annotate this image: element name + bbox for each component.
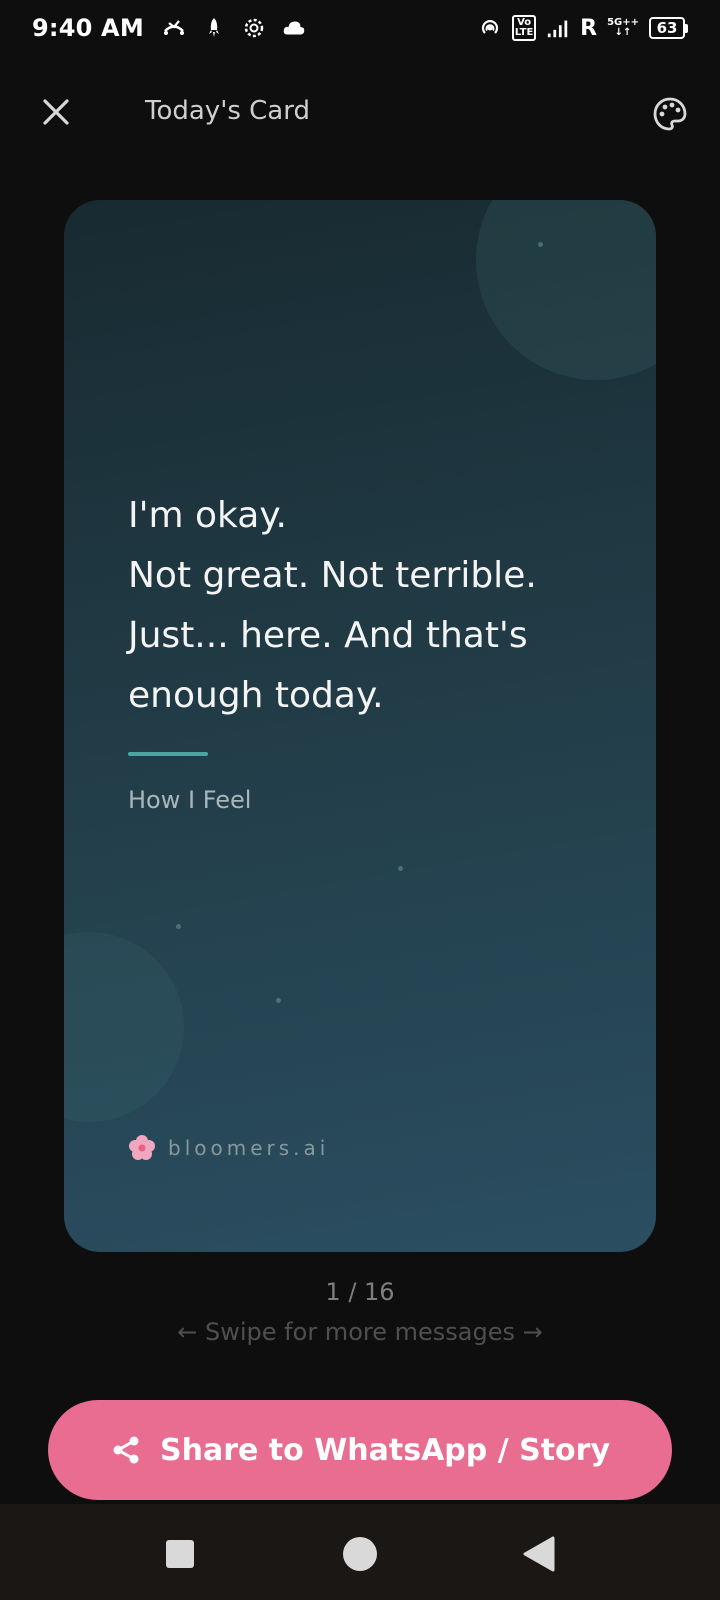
network-type: 5G++ ↓↑ — [607, 18, 639, 38]
signal-strength-icon — [546, 16, 570, 40]
page-title: Today's Card — [145, 96, 310, 126]
brand-name: bloomers.ai — [168, 1136, 330, 1160]
home-button[interactable] — [340, 1534, 380, 1574]
decorative-dot — [538, 242, 543, 247]
close-icon — [43, 99, 69, 125]
hotspot-icon — [478, 16, 502, 40]
battery-tip — [685, 23, 688, 33]
card-brand: bloomers.ai — [128, 1134, 329, 1162]
share-icon — [113, 1436, 139, 1464]
battery-indicator: 63 — [649, 17, 688, 39]
decorative-circle — [476, 200, 656, 380]
roaming-indicator: R — [580, 15, 598, 41]
close-button[interactable] — [36, 92, 76, 132]
triangle-back-icon — [523, 1536, 555, 1572]
volte-badge: Vo LTE — [512, 15, 537, 41]
cherry-blossom-icon — [129, 1135, 155, 1160]
card-message: I'm okay. Not great. Not terrible. Just.… — [128, 495, 537, 716]
status-time: 9:40 AM — [32, 14, 144, 42]
card-category: How I Feel — [128, 786, 252, 814]
volte-bottom: LTE — [514, 27, 534, 38]
back-button[interactable] — [520, 1534, 560, 1574]
status-left: 9:40 AM — [32, 14, 306, 42]
missed-call-icon — [162, 16, 186, 40]
square-recents-icon — [166, 1540, 194, 1568]
palette-icon — [653, 97, 687, 131]
status-system-icons: Vo LTE R 5G++ ↓↑ 63 — [478, 15, 688, 41]
recents-button[interactable] — [160, 1534, 200, 1574]
share-button-label: Share to WhatsApp / Story — [160, 1432, 610, 1468]
theme-palette-button[interactable] — [648, 92, 692, 136]
data-arrows-icon: ↓↑ — [614, 27, 632, 38]
status-notification-icons — [162, 16, 306, 40]
decorative-dot — [176, 924, 181, 929]
status-bar: 9:40 AM Vo LTE R 5G++ ↓↑ 63 — [0, 0, 720, 56]
circle-home-icon — [343, 1537, 377, 1571]
card-divider — [128, 752, 208, 756]
system-nav-bar — [0, 1504, 720, 1600]
swipe-hint: ← Swipe for more messages → — [177, 1318, 543, 1346]
battery-level: 63 — [649, 17, 685, 39]
message-card[interactable]: I'm okay. Not great. Not terrible. Just.… — [64, 200, 656, 1252]
card-position: 1 / 16 — [325, 1278, 395, 1306]
rocket-icon — [202, 16, 226, 40]
decorative-dot — [276, 998, 281, 1003]
decorative-dot — [398, 866, 403, 871]
settings-gear-icon — [242, 16, 266, 40]
app-header: Today's Card — [0, 80, 720, 144]
cloud-icon — [282, 16, 306, 40]
decorative-circle — [64, 932, 184, 1122]
share-button[interactable]: Share to WhatsApp / Story — [48, 1400, 672, 1500]
